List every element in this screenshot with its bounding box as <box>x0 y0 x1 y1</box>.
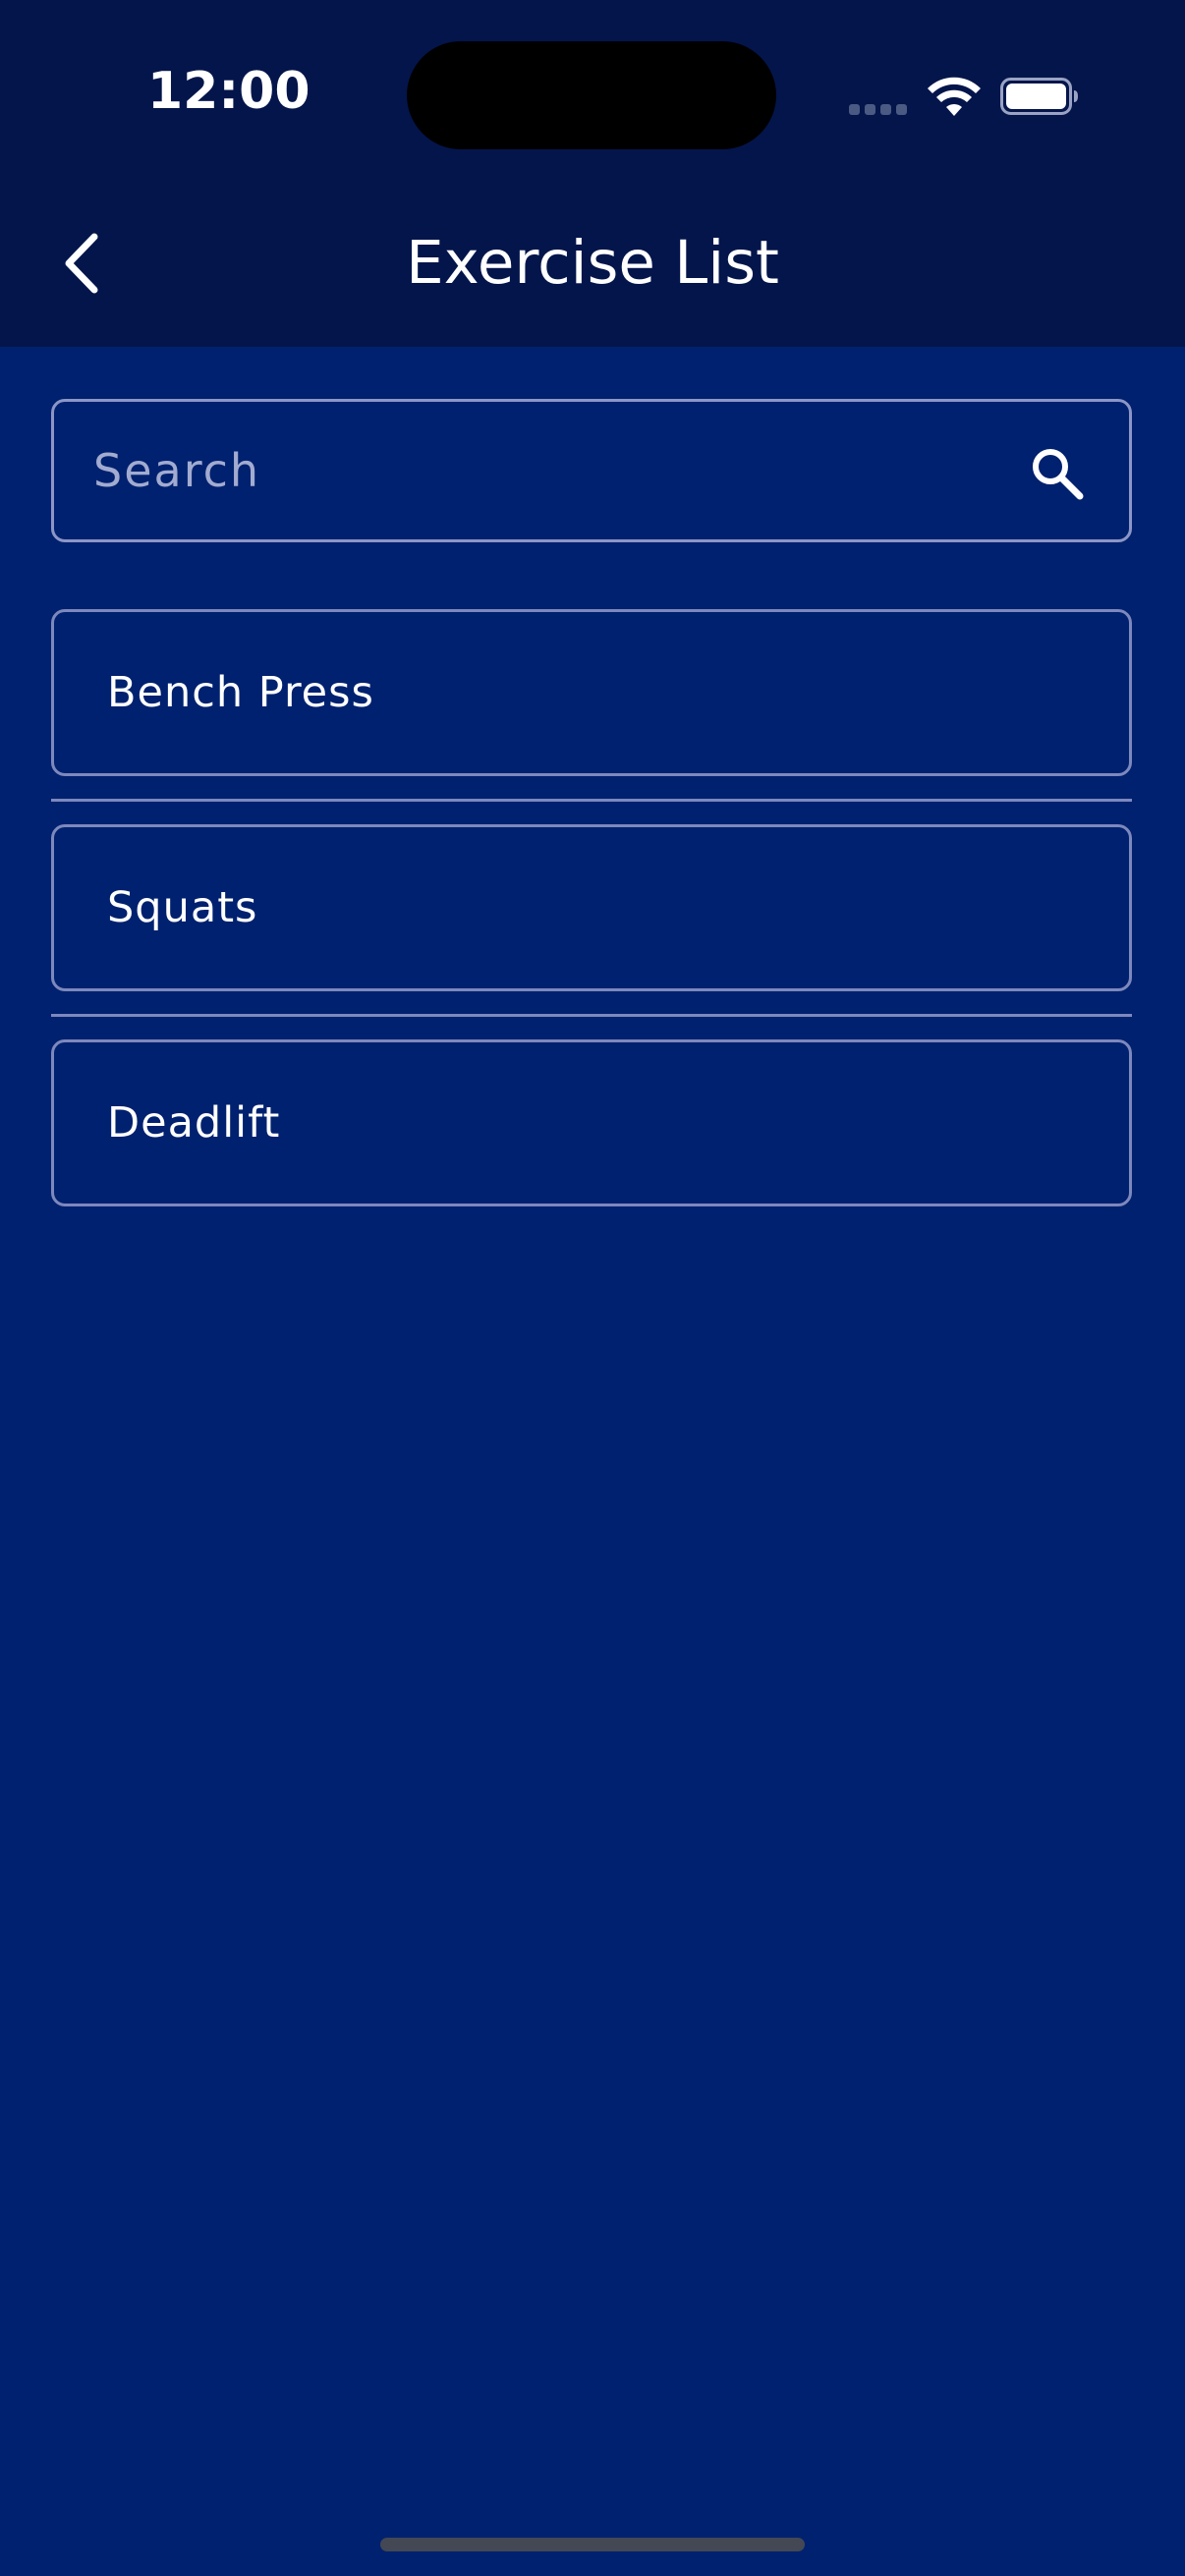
status-time: 12:00 <box>147 62 310 121</box>
list-item-label: Squats <box>107 883 258 932</box>
list-item[interactable]: Squats <box>51 824 1132 991</box>
exercise-list: Bench Press Squats Deadlift <box>51 609 1132 1206</box>
list-item-label: Deadlift <box>107 1098 281 1148</box>
home-indicator[interactable] <box>380 2538 805 2551</box>
list-item[interactable]: Bench Press <box>51 609 1132 776</box>
wifi-icon <box>928 77 981 116</box>
battery-icon <box>1000 78 1078 115</box>
dynamic-island <box>407 41 776 149</box>
divider <box>51 799 1132 802</box>
list-item[interactable]: Deadlift <box>51 1039 1132 1206</box>
page-title: Exercise List <box>406 228 779 298</box>
search-icon[interactable] <box>1030 446 1085 501</box>
search-bar <box>51 399 1132 542</box>
top-bar: 12:00 Exercise List <box>0 0 1185 347</box>
divider <box>51 1014 1132 1017</box>
list-item-label: Bench Press <box>107 668 374 717</box>
search-input[interactable] <box>93 402 978 539</box>
cellular-signal-icon <box>849 104 908 116</box>
